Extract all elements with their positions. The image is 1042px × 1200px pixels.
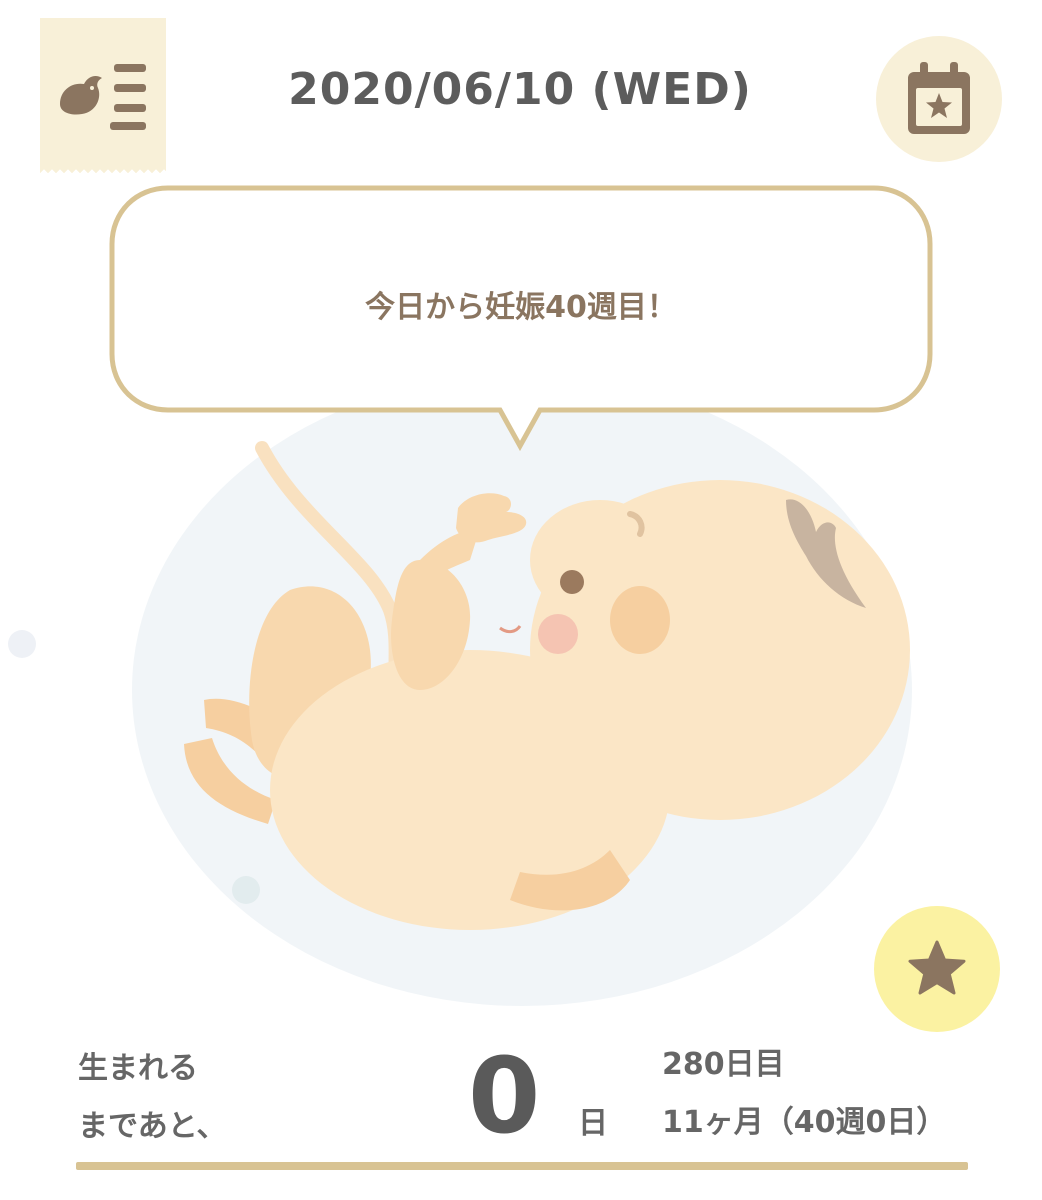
- days-unit: 日: [578, 1106, 608, 1141]
- favorite-button[interactable]: [874, 906, 1000, 1032]
- progress-underline: [76, 1162, 968, 1170]
- countdown-label-line1: 生まれる: [78, 1051, 198, 1086]
- pregnancy-progress: 280日目 11ヶ月（40週0日）: [662, 1036, 946, 1152]
- current-date: 2020/06/10 (WED): [288, 64, 752, 115]
- calendar-star-icon: [908, 62, 970, 134]
- calendar-button[interactable]: [876, 36, 1002, 162]
- speech-bubble: 今日から妊娠40週目！: [108, 184, 934, 454]
- menu-button[interactable]: [40, 18, 166, 176]
- countdown-label-line2: まであと、: [78, 1109, 227, 1144]
- days-remaining: 0: [468, 1035, 541, 1157]
- bird-list-icon: [60, 64, 146, 130]
- bubble-message: 今日から妊娠40週目！: [365, 290, 677, 325]
- day-count: 280日目: [662, 1047, 785, 1082]
- month-week: 11ヶ月（40週0日）: [662, 1105, 947, 1140]
- star-icon: [908, 940, 966, 995]
- countdown-label: 生まれる まであと、: [78, 1040, 227, 1156]
